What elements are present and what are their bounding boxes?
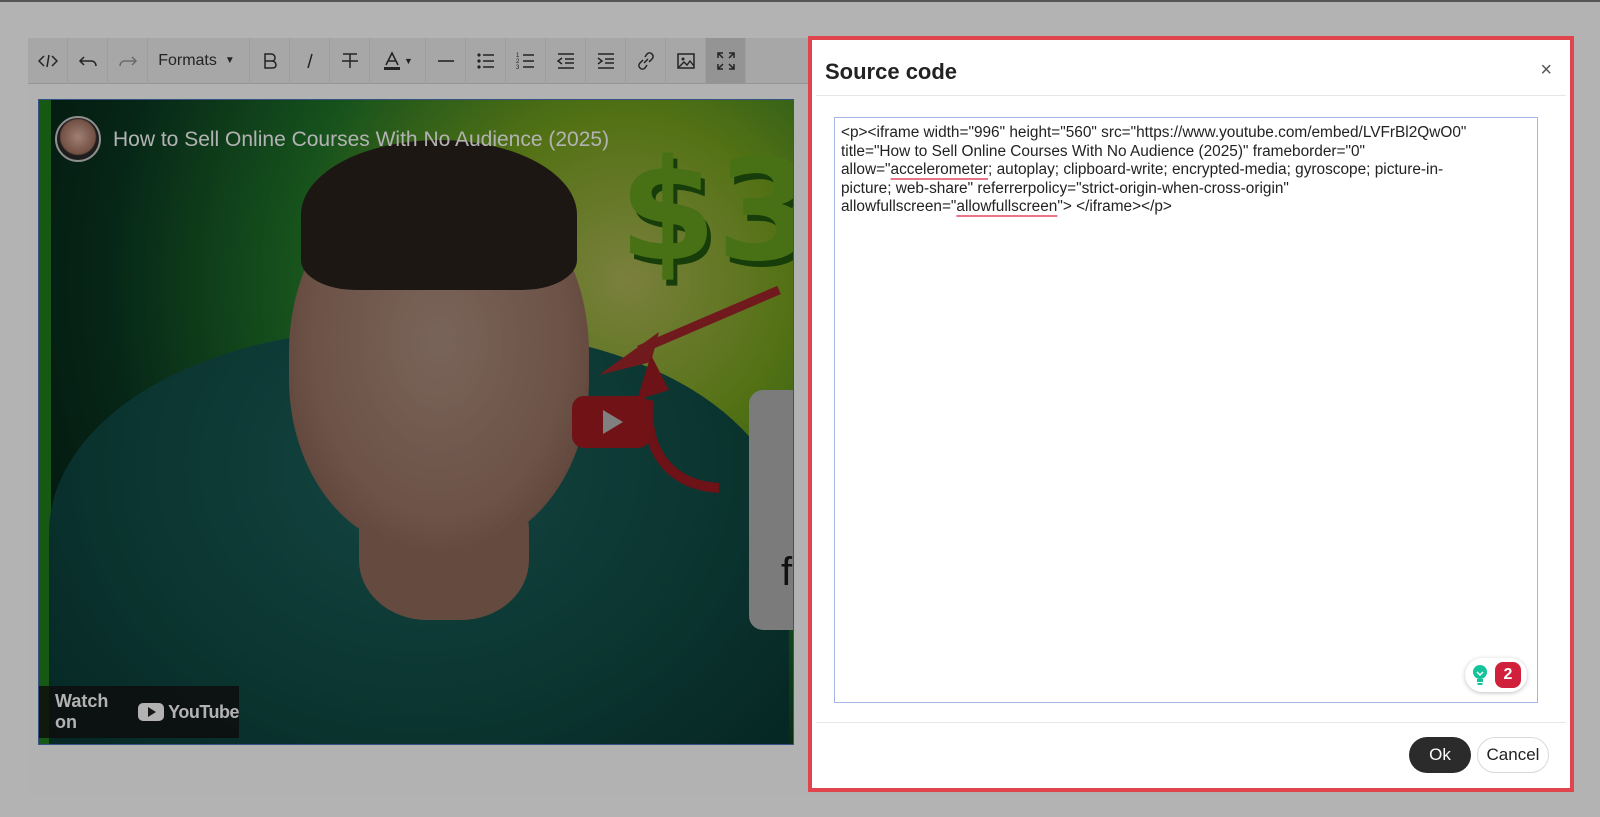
code-line: <p><iframe width="996" height="560" src=… — [841, 124, 1467, 141]
spelling-flag[interactable]: allowfullscreen — [956, 198, 1057, 215]
ok-button[interactable]: Ok — [1409, 737, 1471, 773]
dialog-header: Source code × — [816, 44, 1566, 96]
code-line: allowfullscreen="allowfullscreen"> </ifr… — [841, 198, 1172, 215]
code-line: title="How to Sell Online Courses With N… — [841, 142, 1366, 160]
source-code-textarea[interactable]: <p><iframe width="996" height="560" src=… — [834, 117, 1538, 703]
close-icon[interactable]: × — [1540, 59, 1552, 82]
grammarly-issue-count: 2 — [1495, 662, 1521, 688]
lightbulb-icon — [1471, 664, 1489, 686]
grammarly-widget[interactable]: 2 — [1465, 658, 1527, 692]
code-line: allow="accelerometer; autoplay; clipboar… — [841, 161, 1444, 178]
cancel-button[interactable]: Cancel — [1477, 737, 1549, 773]
code-line: picture; web-share" referrerpolicy="stri… — [841, 179, 1289, 197]
spelling-flag[interactable]: accelerometer — [891, 161, 989, 178]
dialog-footer: Ok Cancel — [816, 722, 1566, 784]
window-top-border — [0, 0, 1600, 2]
source-code-dialog: Source code × <p><iframe width="996" hei… — [816, 44, 1566, 784]
source-code-dialog-highlight: Source code × <p><iframe width="996" hei… — [808, 36, 1574, 792]
dialog-title: Source code — [825, 59, 958, 84]
